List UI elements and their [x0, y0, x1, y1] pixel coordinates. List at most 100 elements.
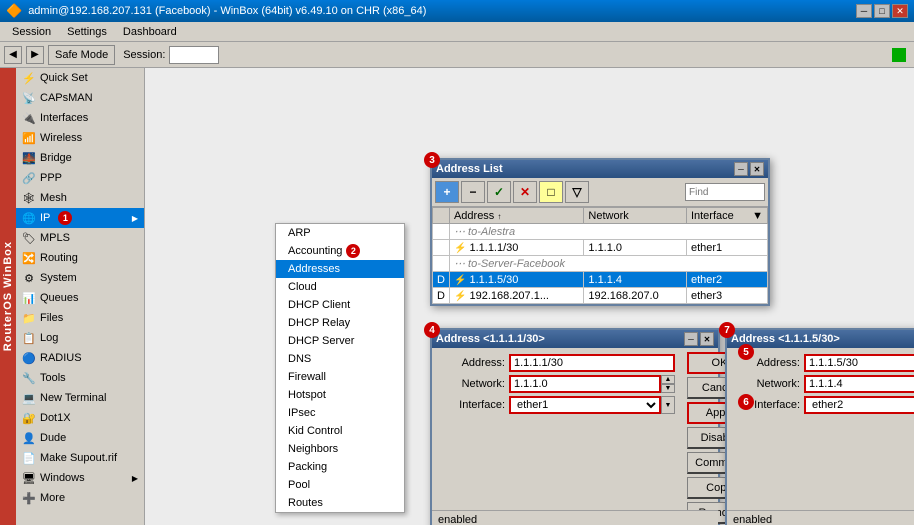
sidebar-item-new-terminal[interactable]: 💻 New Terminal: [16, 388, 144, 408]
table-row[interactable]: D ⚡ 192.168.207.1... 192.168.207.0 ether…: [433, 288, 768, 304]
bridge-icon: 🌉: [22, 151, 36, 165]
sidebar-item-dude[interactable]: 👤 Dude: [16, 428, 144, 448]
sidebar-item-ip[interactable]: 🌐 IP 1 ▶: [16, 208, 144, 228]
menu-item-arp[interactable]: ARP: [276, 224, 404, 242]
addr1-network-input[interactable]: [509, 375, 661, 393]
menu-item-accounting[interactable]: Accounting 2: [276, 242, 404, 260]
ppp-icon: 🔗: [22, 171, 36, 185]
sidebar-item-queues[interactable]: 📊 Queues: [16, 288, 144, 308]
menu-settings[interactable]: Settings: [59, 25, 115, 39]
menu-item-dhcp-server[interactable]: DHCP Server: [276, 332, 404, 350]
back-button[interactable]: ◀: [4, 46, 22, 64]
addr2-interface-select[interactable]: ether2: [804, 396, 914, 414]
comment-address-button[interactable]: □: [539, 181, 563, 203]
table-row-selected[interactable]: D ⚡ 1.1.1.5/30 1.1.1.4 ether2: [433, 272, 768, 288]
col-dropdown[interactable]: ▼: [752, 210, 763, 222]
sidebar-label-radius: RADIUS: [40, 352, 82, 364]
addr2-badge: 7: [719, 322, 735, 338]
addr1-interface-label: Interface:: [440, 399, 505, 411]
menu-item-neighbors[interactable]: Neighbors: [276, 440, 404, 458]
disable-address-button[interactable]: ✕: [513, 181, 537, 203]
sidebar-item-make-supout[interactable]: 📄 Make Supout.rif: [16, 448, 144, 468]
menu-item-dhcp-relay[interactable]: DHCP Relay: [276, 314, 404, 332]
menu-item-ipsec[interactable]: IPsec: [276, 404, 404, 422]
add-address-button[interactable]: +: [435, 181, 459, 203]
sidebar: RouterOS WinBox ⚡ Quick Set 📡 CAPsMAN 🔌 …: [0, 68, 145, 525]
menu-item-dhcp-client[interactable]: DHCP Client: [276, 296, 404, 314]
addr1-close[interactable]: ✕: [700, 332, 714, 346]
minimize-button[interactable]: ─: [856, 4, 872, 18]
table-row[interactable]: ⋯ to-Server-Facebook: [433, 256, 768, 272]
sidebar-item-files[interactable]: 📁 Files: [16, 308, 144, 328]
maximize-button[interactable]: □: [874, 4, 890, 18]
sidebar-item-windows[interactable]: 🖥 Windows ▶: [16, 468, 144, 488]
sidebar-item-more[interactable]: ➕ More: [16, 488, 144, 508]
row-address2: ⚡ 1.1.1.5/30: [449, 272, 583, 288]
sidebar-item-system[interactable]: ⚙ System: [16, 268, 144, 288]
menu-item-hotspot[interactable]: Hotspot: [276, 386, 404, 404]
menu-dashboard[interactable]: Dashboard: [115, 25, 185, 39]
ip-badge: 1: [58, 211, 72, 225]
sidebar-item-ppp[interactable]: 🔗 PPP: [16, 168, 144, 188]
addr1-interface-arrow[interactable]: ▼: [661, 396, 675, 414]
col-address[interactable]: Address ↑: [449, 208, 583, 224]
titlebar-controls: ─ □ ✕: [856, 4, 908, 18]
menu-item-firewall[interactable]: Firewall: [276, 368, 404, 386]
addr2-network-input[interactable]: [804, 375, 914, 393]
menu-item-cloud[interactable]: Cloud: [276, 278, 404, 296]
forward-button[interactable]: ▶: [26, 46, 44, 64]
app-icon: 🔶: [6, 3, 22, 19]
filter-address-button[interactable]: ▽: [565, 181, 589, 203]
table-row[interactable]: ⋯ to-Alestra: [433, 224, 768, 240]
sidebar-item-bridge[interactable]: 🌉 Bridge: [16, 148, 144, 168]
sidebar-item-quick-set[interactable]: ⚡ Quick Set: [16, 68, 144, 88]
address-list-minimize[interactable]: ─: [734, 162, 748, 176]
sidebar-item-dot1x[interactable]: 🔐 Dot1X: [16, 408, 144, 428]
menu-item-addresses[interactable]: Addresses: [276, 260, 404, 278]
sidebar-item-mpls[interactable]: 🏷 MPLS: [16, 228, 144, 248]
content-area: ARP Accounting 2 Addresses Cloud DHCP Cl…: [145, 68, 914, 525]
remove-address-button[interactable]: −: [461, 181, 485, 203]
sidebar-item-radius[interactable]: 🔵 RADIUS: [16, 348, 144, 368]
sidebar-item-routing[interactable]: 🔀 Routing: [16, 248, 144, 268]
menu-item-pool[interactable]: Pool: [276, 476, 404, 494]
close-button[interactable]: ✕: [892, 4, 908, 18]
session-input[interactable]: [169, 46, 219, 64]
sidebar-item-wireless[interactable]: 📶 Wireless: [16, 128, 144, 148]
sidebar-item-mesh[interactable]: 🕸 Mesh: [16, 188, 144, 208]
address-list-titlebar: Address List ─ ✕: [432, 160, 768, 178]
sidebar-label-bridge: Bridge: [40, 152, 72, 164]
addr2-content: Address: Network: ▲ ▼ Interface:: [727, 348, 914, 525]
row-icon2: ⚡: [454, 275, 466, 286]
quick-set-icon: ⚡: [22, 71, 36, 85]
col-interface[interactable]: Interface ▼: [686, 208, 767, 224]
sidebar-item-interfaces[interactable]: 🔌 Interfaces: [16, 108, 144, 128]
addr1-address-input[interactable]: [509, 354, 675, 372]
table-row[interactable]: ⚡ 1.1.1.1/30 1.1.1.0 ether1: [433, 240, 768, 256]
enable-address-button[interactable]: ✓: [487, 181, 511, 203]
addr1-badge: 4: [424, 322, 440, 338]
wireless-icon: 📶: [22, 131, 36, 145]
sidebar-item-tools[interactable]: 🔧 Tools: [16, 368, 144, 388]
find-input[interactable]: [685, 183, 765, 201]
addr1-minimize[interactable]: ─: [684, 332, 698, 346]
addr1-scroll-down[interactable]: ▼: [661, 384, 675, 393]
sidebar-item-log[interactable]: 📋 Log: [16, 328, 144, 348]
safe-mode-button[interactable]: Safe Mode: [48, 45, 115, 65]
address-list-close[interactable]: ✕: [750, 162, 764, 176]
menu-item-kid-control[interactable]: Kid Control: [276, 422, 404, 440]
winbox-text: RouterOS WinBox: [2, 241, 14, 351]
addr2-address-input[interactable]: [804, 354, 914, 372]
menu-item-routes[interactable]: Routes: [276, 494, 404, 512]
menu-item-dns[interactable]: DNS: [276, 350, 404, 368]
col-network[interactable]: Network: [584, 208, 687, 224]
sidebar-label-quick-set: Quick Set: [40, 72, 88, 84]
sidebar-item-capsman[interactable]: 📡 CAPsMAN: [16, 88, 144, 108]
addr2-status: enabled: [727, 510, 914, 525]
menu-session[interactable]: Session: [4, 25, 59, 39]
addr1-interface-select[interactable]: ether1: [509, 396, 661, 414]
ip-context-menu: ARP Accounting 2 Addresses Cloud DHCP Cl…: [275, 223, 405, 513]
menu-item-packing[interactable]: Packing: [276, 458, 404, 476]
addr1-scroll-up[interactable]: ▲: [661, 375, 675, 384]
row-flag3: D: [433, 288, 450, 304]
